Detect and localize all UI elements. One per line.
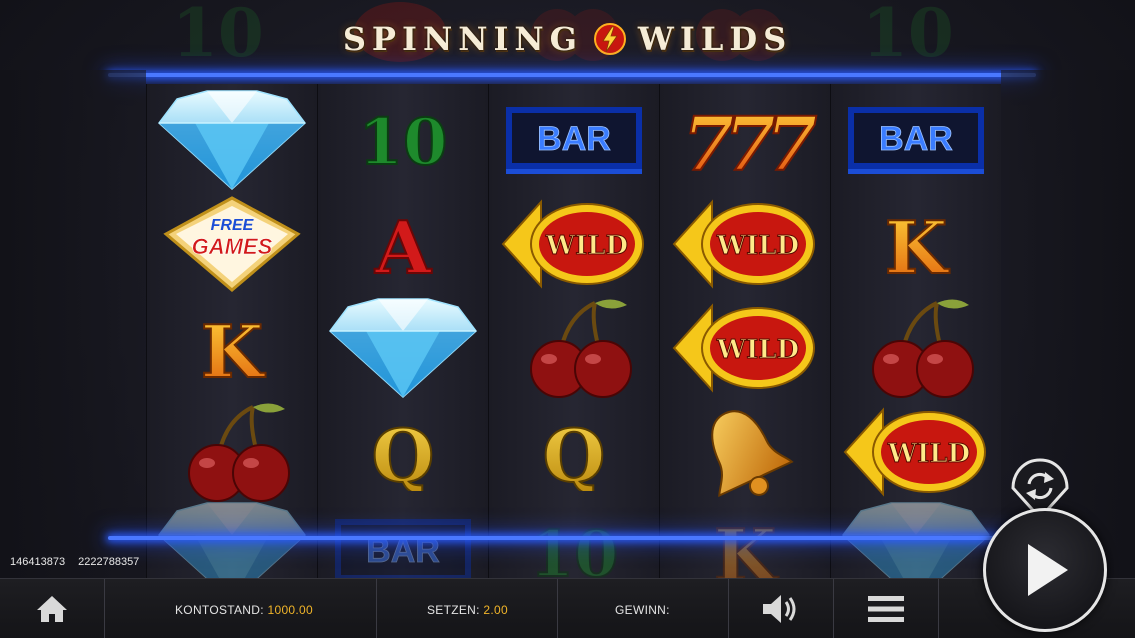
home-button[interactable] bbox=[0, 579, 104, 638]
bottom-bar: KONTOSTAND: 1000.00 SETZEN: 2.00 GEWINN: bbox=[0, 578, 1135, 638]
svg-text:10: 10 bbox=[358, 105, 447, 176]
svg-text:BAR: BAR bbox=[879, 120, 953, 158]
balance-value: 1000.00 bbox=[267, 603, 313, 617]
win-label: GEWINN: bbox=[615, 603, 670, 617]
balance-display: KONTOSTAND: 1000.00 bbox=[175, 603, 313, 617]
svg-text:777: 777 bbox=[683, 102, 817, 182]
game-stage: 10 10 SPINNING WILDS FREE GAMES K 10 A Q… bbox=[0, 0, 1135, 638]
svg-text:10: 10 bbox=[529, 517, 618, 578]
svg-text:WILD: WILD bbox=[716, 231, 799, 261]
top-neon-bar bbox=[108, 73, 1036, 77]
svg-text:WILD: WILD bbox=[887, 439, 970, 469]
title-word-left: SPINNING bbox=[342, 20, 583, 58]
symbol-king: K bbox=[147, 296, 317, 400]
svg-text:A: A bbox=[374, 205, 432, 283]
reel-2: 10 A Q BAR bbox=[317, 84, 489, 578]
svg-text:WILD: WILD bbox=[545, 231, 628, 261]
symbol-ten: 10 bbox=[318, 88, 488, 192]
symbol-king: K bbox=[831, 192, 1001, 296]
symbol-wild: WILD bbox=[489, 192, 659, 296]
balance-label: KONTOSTAND: bbox=[175, 603, 264, 617]
symbol-free-games: FREE GAMES bbox=[147, 192, 317, 296]
round-id: 2222788357 bbox=[78, 556, 140, 568]
svg-text:FREE: FREE bbox=[211, 217, 255, 234]
svg-text:GAMES: GAMES bbox=[192, 234, 273, 259]
svg-text:K: K bbox=[714, 513, 779, 578]
reel-5: BAR K WILD bbox=[830, 84, 1001, 578]
bet-label: SETZEN: bbox=[427, 603, 480, 617]
separator bbox=[104, 579, 105, 638]
game-id: 146413873 bbox=[10, 556, 66, 568]
svg-text:K: K bbox=[201, 309, 266, 387]
symbol-queen: Q bbox=[318, 400, 488, 504]
game-title: SPINNING WILDS bbox=[0, 20, 1135, 64]
symbol-ace: A bbox=[318, 192, 488, 296]
reel-area: FREE GAMES K 10 A Q BAR BAR WILD Q 10 77… bbox=[146, 84, 1001, 578]
symbol-wild: WILD bbox=[831, 400, 1001, 504]
home-icon bbox=[37, 596, 67, 622]
bottom-neon-bar bbox=[108, 536, 1036, 540]
symbol-seven: 777 bbox=[660, 88, 830, 192]
hamburger-menu-icon bbox=[868, 596, 904, 622]
bet-value: 2.00 bbox=[483, 603, 508, 617]
sound-button[interactable] bbox=[729, 579, 833, 638]
symbol-bar: BAR bbox=[831, 88, 1001, 192]
title-word-right: WILDS bbox=[637, 20, 793, 58]
win-display: GEWINN: bbox=[615, 603, 670, 617]
svg-text:K: K bbox=[885, 205, 950, 283]
symbol-diamond bbox=[147, 88, 317, 192]
left-side-shade bbox=[0, 70, 146, 580]
svg-text:BAR: BAR bbox=[537, 120, 611, 158]
symbol-diamond bbox=[318, 296, 488, 400]
session-ids: 146413873 2222788357 bbox=[10, 556, 149, 568]
symbol-cherry bbox=[831, 296, 1001, 400]
symbol-cherry bbox=[147, 400, 317, 504]
bet-display[interactable]: SETZEN: 2.00 bbox=[427, 603, 508, 617]
menu-button[interactable] bbox=[834, 579, 938, 638]
svg-text:Q: Q bbox=[372, 413, 435, 491]
symbol-cherry bbox=[489, 296, 659, 400]
symbol-bar: BAR bbox=[489, 88, 659, 192]
speaker-icon bbox=[763, 595, 796, 623]
reel-3: BAR WILD Q 10 bbox=[488, 84, 660, 578]
spin-button[interactable] bbox=[983, 508, 1107, 632]
symbol-wild: WILD bbox=[660, 192, 830, 296]
lightning-bolt-logo-icon bbox=[594, 23, 627, 55]
separator bbox=[557, 579, 558, 638]
svg-text:Q: Q bbox=[543, 413, 606, 491]
symbol-queen: Q bbox=[489, 400, 659, 504]
reel-4: 777 WILD WILD K bbox=[659, 84, 831, 578]
separator bbox=[376, 579, 377, 638]
symbol-wild: WILD bbox=[660, 296, 830, 400]
symbol-bell bbox=[660, 400, 830, 504]
separator bbox=[938, 579, 939, 638]
reel-1: FREE GAMES K bbox=[146, 84, 318, 578]
play-icon bbox=[1028, 544, 1068, 596]
svg-text:WILD: WILD bbox=[716, 335, 799, 365]
